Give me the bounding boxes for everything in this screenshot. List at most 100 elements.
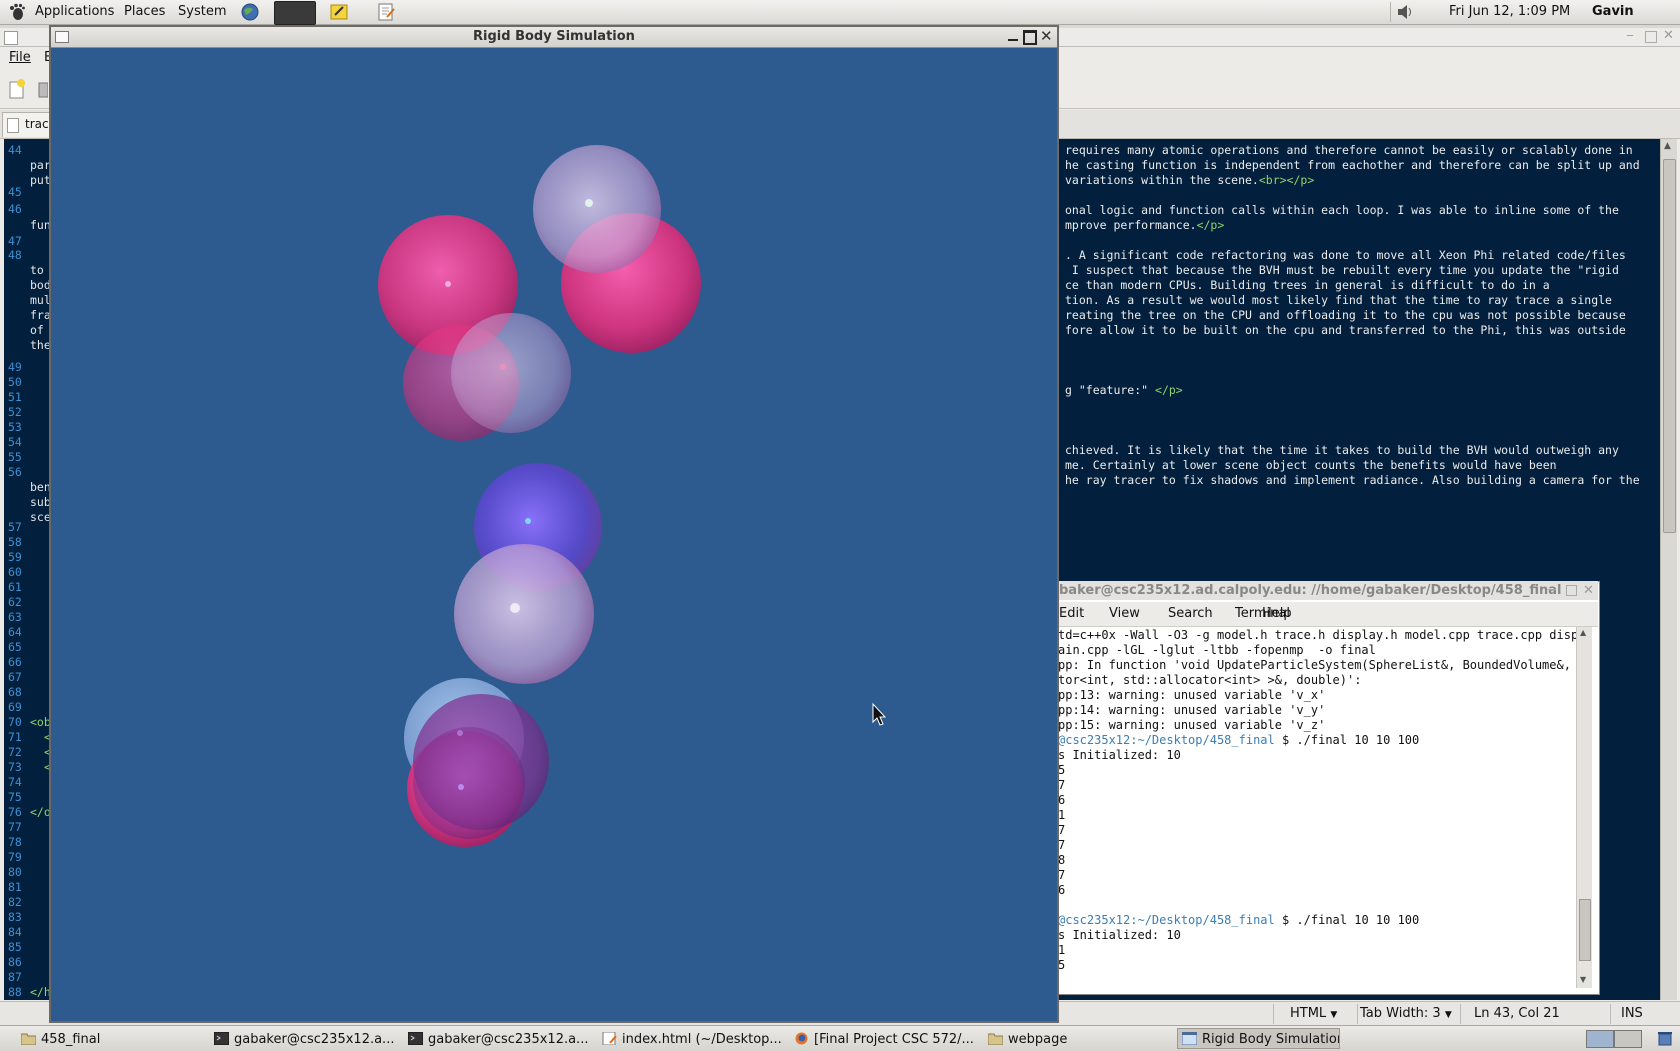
terminal-scrollbar[interactable]: ▲ ▼ (1576, 627, 1592, 988)
text-editor-icon (602, 1032, 617, 1045)
terminal-menu-edit[interactable]: Edit (1059, 602, 1084, 626)
line-number: 86 (8, 955, 22, 969)
editor-scrollbar[interactable]: ▲ (1660, 139, 1677, 1000)
html-tag: </p> (1155, 383, 1183, 397)
code-line: onal logic and function calls within eac… (1065, 203, 1619, 217)
scrollbar-thumb[interactable] (1663, 159, 1676, 533)
tab-width-selector[interactable]: Tab Width: 3 ▼ (1360, 1006, 1452, 1021)
volume-icon[interactable] (1395, 3, 1415, 21)
sphere (454, 544, 594, 684)
line-number: 78 (8, 835, 22, 849)
terminal-menu-view[interactable]: View (1109, 602, 1140, 626)
minimize-icon[interactable]: ─ (1627, 31, 1639, 43)
prompt-command: $ ./final 10 10 100 (1274, 913, 1420, 927)
user-name[interactable]: Gavin Baker (1592, 0, 1680, 42)
system-menu[interactable]: System (178, 0, 226, 24)
open-document-icon[interactable] (38, 79, 49, 99)
code-line: mprove performance.</p> (1065, 218, 1224, 233)
terminal-line: pp:13: warning: unused variable 'v_x' (1058, 688, 1326, 702)
scroll-up-icon[interactable]: ▲ (1664, 141, 1671, 151)
scroll-down-icon[interactable]: ▼ (1580, 975, 1586, 984)
status-divider (1357, 1004, 1358, 1024)
maximize-icon[interactable] (1645, 31, 1657, 43)
trash-icon[interactable] (1656, 1030, 1674, 1046)
terminal-output[interactable]: td=c++0x -Wall -O3 -g model.h trace.h di… (1058, 627, 1576, 990)
taskbar-item-index-html[interactable]: index.html (~/Desktop... (597, 1028, 783, 1049)
line-number: 72 (8, 745, 22, 759)
panel-separator (1390, 2, 1391, 22)
language-selector[interactable]: HTML ▼ (1290, 1006, 1337, 1021)
line-number: 55 (8, 450, 22, 464)
scroll-up-icon[interactable]: ▲ (1580, 628, 1586, 637)
chevron-down-icon: ▼ (1444, 1010, 1452, 1020)
taskbar-item-458-final[interactable]: 458_final (16, 1028, 172, 1049)
line-number: 77 (8, 820, 22, 834)
document-icon (4, 31, 18, 45)
applications-menu[interactable]: Applications (35, 0, 114, 24)
sphere-highlight (585, 199, 593, 207)
prompt-path: :~/Desktop/458_final (1130, 733, 1275, 747)
line-number: 69 (8, 700, 22, 714)
code-line: variations within the scene.<br></p> (1065, 173, 1314, 188)
minimize-icon[interactable]: ─ (1548, 581, 1556, 600)
terminal-line: 6 (1058, 793, 1066, 807)
close-icon[interactable]: ✕ (1583, 581, 1594, 600)
terminal-menu-help[interactable]: Help (1262, 602, 1292, 626)
line-number: 58 (8, 535, 22, 549)
taskbar-item-terminal-2[interactable]: gabaker@csc235x12.a... (403, 1028, 589, 1049)
workspace-switcher-1[interactable] (1586, 1030, 1614, 1048)
workspace-switcher-2[interactable] (1614, 1030, 1642, 1048)
maximize-icon[interactable] (1023, 30, 1037, 45)
document-icon (7, 118, 19, 133)
terminal-launcher-icon[interactable] (274, 1, 316, 25)
taskbar-item-terminal-1[interactable]: gabaker@csc235x12.a... (209, 1028, 395, 1049)
web-browser-launcher-icon[interactable] (240, 3, 260, 21)
terminal-menu-search[interactable]: Search (1168, 602, 1213, 626)
notes-launcher-icon[interactable] (329, 3, 349, 21)
menu-file[interactable]: File (9, 50, 31, 65)
close-icon[interactable]: ✕ (1040, 27, 1053, 46)
terminal-titlebar: baker@csc235x12.ad.calpoly.edu: //home/g… (1058, 581, 1598, 600)
taskbar-item-webpage[interactable]: webpage (983, 1028, 1169, 1049)
line-number: 50 (8, 375, 22, 389)
terminal-title: baker@csc235x12.ad.calpoly.edu: //home/g… (1059, 583, 1562, 598)
maximize-icon[interactable] (1566, 585, 1577, 596)
places-menu[interactable]: Places (124, 0, 165, 24)
clock[interactable]: Fri Jun 12, 1:09 PM (1449, 0, 1570, 24)
terminal-icon (408, 1032, 423, 1045)
new-document-icon[interactable] (8, 79, 26, 99)
terminal-line: s Initialized: 10 (1058, 748, 1181, 762)
tab-trace[interactable]: trac (2, 112, 56, 137)
terminal-line: tor<int, std::allocator<int> >&, double)… (1058, 673, 1362, 687)
terminal-line: 5 (1058, 958, 1066, 972)
sphere-highlight (500, 364, 506, 370)
window-menu-icon[interactable] (55, 31, 69, 43)
code-line: he ray tracer to fix shadows and impleme… (1065, 473, 1640, 487)
line-number: 75 (8, 790, 22, 804)
terminal-line: 1 (1058, 943, 1066, 957)
line-number: 74 (8, 775, 22, 789)
simulation-canvas[interactable] (53, 48, 1055, 1020)
terminal-prompt-line: @csc235x12:~/Desktop/458_final $ ./final… (1058, 913, 1419, 928)
terminal-line: 7 (1058, 778, 1066, 792)
taskbar-item-rigid-body-simulation[interactable]: Rigid Body Simulation (1177, 1028, 1340, 1049)
terminal-line: 7 (1058, 823, 1066, 837)
line-number: 68 (8, 685, 22, 699)
sphere-highlight (458, 784, 464, 790)
simulation-titlebar[interactable]: Rigid Body Simulation ✕ (51, 27, 1057, 48)
gnome-foot-icon[interactable] (8, 3, 26, 21)
minimize-icon[interactable] (1006, 27, 1020, 45)
line-number: 65 (8, 640, 22, 654)
terminal-line: 7 (1058, 838, 1066, 852)
scrollbar-thumb[interactable] (1579, 899, 1591, 961)
code-text: g "feature:" (1065, 383, 1156, 397)
sphere-render (378, 145, 887, 847)
terminal-line: pp: In function 'void UpdateParticleSyst… (1058, 658, 1576, 672)
close-icon[interactable]: ✕ (1663, 28, 1674, 43)
prompt-user: @csc235x12 (1058, 913, 1131, 927)
terminal-menubar: Edit View Search Terminal (1058, 602, 1598, 627)
taskbar-item-firefox[interactable]: [Final Project CSC 572/... (789, 1028, 975, 1049)
text-editor-launcher-icon[interactable] (376, 3, 396, 21)
prompt-command: $ ./final 10 10 100 (1274, 733, 1420, 747)
tab-label: trac (25, 117, 49, 131)
